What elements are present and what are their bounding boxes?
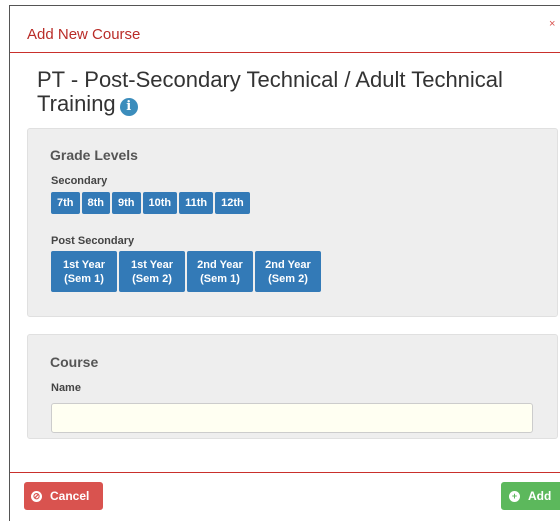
course-name-input[interactable]: [51, 403, 533, 433]
grade-button-2nd-year-sem-2[interactable]: 2nd Year (Sem 2): [255, 251, 321, 292]
button-line-2: (Sem 2): [132, 272, 172, 285]
grade-levels-panel: Grade Levels Secondary 7th 8th 9th 10th …: [27, 128, 558, 317]
close-icon[interactable]: ×: [549, 18, 555, 30]
grade-button-7th[interactable]: 7th: [51, 192, 80, 214]
grade-button-9th[interactable]: 9th: [112, 192, 141, 214]
button-line-1: 2nd Year: [197, 258, 243, 271]
cancel-label: Cancel: [50, 489, 90, 503]
button-line-1: 2nd Year: [265, 258, 311, 271]
cancel-circle-icon: ⊘: [31, 490, 42, 502]
name-label: Name: [51, 382, 81, 394]
button-line-1: 1st Year: [130, 258, 173, 271]
footer-divider: [10, 472, 560, 473]
secondary-buttons: 7th 8th 9th 10th 11th 12th: [51, 192, 250, 214]
grade-button-12th[interactable]: 12th: [215, 192, 250, 214]
course-panel-title: Course: [50, 354, 99, 370]
course-heading: PT - Post-Secondary Technical / Adult Te…: [37, 68, 557, 116]
grade-button-10th[interactable]: 10th: [142, 192, 178, 214]
course-heading-text: PT - Post-Secondary Technical / Adult Te…: [37, 67, 503, 116]
grade-button-8th[interactable]: 8th: [81, 192, 110, 214]
grade-button-2nd-year-sem-1[interactable]: 2nd Year (Sem 1): [187, 251, 253, 292]
cancel-button[interactable]: ⊘ Cancel: [24, 482, 103, 510]
post-secondary-buttons: 1st Year (Sem 1) 1st Year (Sem 2) 2nd Ye…: [51, 251, 321, 292]
course-panel: Course Name: [27, 334, 558, 439]
grade-button-1st-year-sem-2[interactable]: 1st Year (Sem 2): [119, 251, 185, 292]
grade-button-11th[interactable]: 11th: [179, 192, 214, 214]
grade-levels-title: Grade Levels: [50, 147, 138, 163]
modal-header: Add New Course ×: [10, 6, 560, 53]
button-line-2: (Sem 1): [200, 272, 240, 285]
post-secondary-label: Post Secondary: [51, 235, 135, 247]
plus-circle-icon: +: [509, 490, 520, 502]
add-course-modal: Add New Course × PT - Post-Secondary Tec…: [9, 5, 560, 521]
info-icon[interactable]: i: [119, 98, 138, 116]
button-line-2: (Sem 2): [268, 272, 308, 285]
grade-button-1st-year-sem-1[interactable]: 1st Year (Sem 1): [51, 251, 117, 292]
button-line-2: (Sem 1): [64, 272, 104, 285]
add-button[interactable]: + Add: [501, 482, 560, 510]
add-label: Add: [528, 489, 552, 503]
secondary-label: Secondary: [51, 175, 108, 187]
button-line-1: 1st Year: [62, 258, 105, 271]
modal-title: Add New Course: [27, 26, 141, 43]
